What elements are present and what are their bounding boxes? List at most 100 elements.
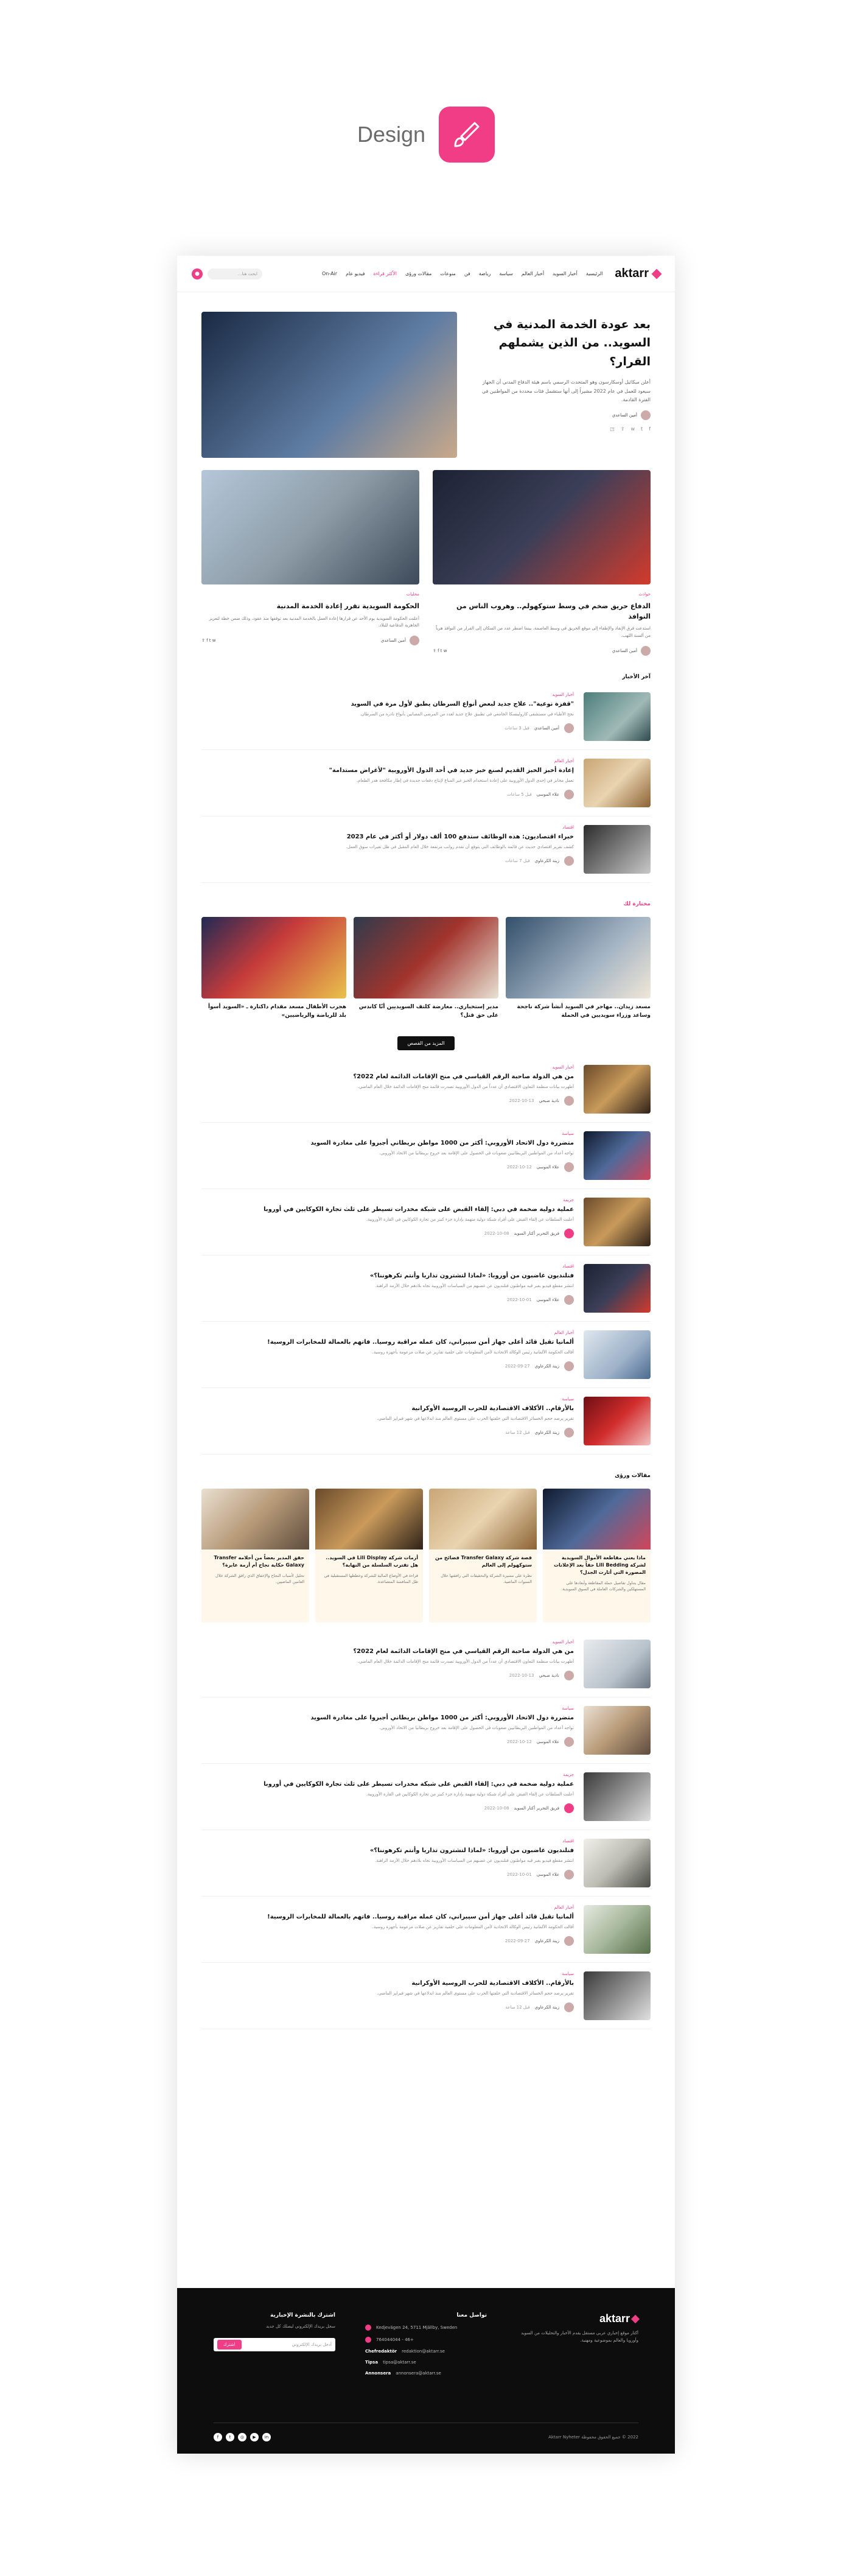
card-title[interactable]: هجرب الأطفال مسعد مقدام داكتارة ـ «السوي… — [201, 1003, 346, 1020]
row-title[interactable]: "قفزة نوعية".. علاج جديد لبعض أنواع السر… — [201, 700, 574, 709]
list-item[interactable]: سياسة بالأرقام.. الأكلاف الاقتصادية للحرب… — [201, 1963, 651, 2029]
menu-item[interactable]: منوعات — [440, 271, 456, 276]
row-title[interactable]: عملية دولية ضخمة في دبي: إلقاء القبض على… — [201, 1205, 574, 1214]
list-item[interactable]: سياسة متضررة دول الاتحاد الأوروبي: أكثر م… — [201, 1123, 651, 1189]
email-link[interactable]: redaktion@aktarr.se — [402, 2349, 445, 2354]
menu-item[interactable]: فيديو عام — [346, 271, 365, 276]
card-image[interactable] — [201, 916, 346, 998]
row-image[interactable] — [584, 1263, 651, 1313]
article-card[interactable]: حقق المدير بعضاً من أحلامه Transfer Gala… — [201, 1488, 309, 1623]
card-image[interactable] — [433, 470, 651, 584]
footer-logo[interactable]: aktarr — [517, 2312, 640, 2325]
share-icons[interactable]: f t w ⇪ — [201, 638, 215, 643]
author-name[interactable]: أمين الساعدي — [381, 638, 406, 643]
phone-link[interactable]: +46 - 764044044 — [376, 2337, 414, 2342]
author-name[interactable]: أمين الساعدي — [612, 648, 637, 653]
card-image[interactable] — [315, 1488, 423, 1549]
row-title[interactable]: من هي الدولة صاحبة الرقم القياسي في منح … — [201, 1647, 574, 1656]
row-category[interactable]: اقتصاد — [201, 1839, 574, 1844]
row-category[interactable]: أخبار السويد — [201, 1065, 574, 1070]
row-image[interactable] — [584, 1197, 651, 1246]
twitter-icon[interactable]: t — [641, 426, 643, 432]
article-card[interactable]: أزمات شركة Lili Display في السويد.. هل ت… — [315, 1488, 423, 1623]
row-title[interactable]: خبراء اقتصاديون: هذه الوظائف ستدفع 100 أ… — [201, 832, 574, 841]
row-title[interactable]: بالأرقام.. الأكلاف الاقتصادية للحرب الرو… — [201, 1404, 574, 1413]
row-category[interactable]: سياسة — [201, 1131, 574, 1136]
row-image[interactable] — [584, 692, 651, 741]
card-title[interactable]: حقق المدير بعضاً من أحلامه Transfer Gala… — [206, 1554, 304, 1569]
row-category[interactable]: سياسة — [201, 1397, 574, 1402]
hero-image[interactable] — [201, 312, 457, 458]
author-name[interactable]: علاء الموسى — [537, 1297, 559, 1302]
row-title[interactable]: من هي الدولة صاحبة الرقم القياسي في منح … — [201, 1072, 574, 1081]
card-image[interactable] — [543, 1488, 651, 1549]
author-name[interactable]: فريق التحرير أكتار السويد — [514, 1231, 559, 1236]
list-item[interactable]: سياسة بالأرقام.. الأكلاف الاقتصادية للحرب… — [201, 1388, 651, 1455]
article-card[interactable]: قصة شركة Transfer Galaxy فضائح من ستوكهو… — [429, 1488, 537, 1623]
list-item[interactable]: اقتصاد فنلنديون غاضبون من أوروبا: «لماذا … — [201, 1255, 651, 1322]
card-title[interactable]: الحكومة السويدية تقرر إعادة الخدمة المدن… — [201, 602, 419, 612]
share-icons[interactable]: f t w ⇪ — [433, 648, 447, 653]
facebook-icon[interactable]: f — [649, 426, 651, 432]
author-name[interactable]: علاء الموسى — [537, 792, 559, 797]
card-category[interactable]: محليات — [201, 592, 419, 597]
menu-item[interactable]: On-Air — [322, 271, 337, 276]
list-item[interactable]: سياسة متضررة دول الاتحاد الأوروبي: أكثر م… — [201, 1697, 651, 1764]
author-name[interactable]: زينة الكرعاوي — [535, 1430, 559, 1435]
article-card[interactable]: ماذا يعني مقاطعة الأموال السويدية لشركة … — [543, 1488, 651, 1623]
row-image[interactable] — [584, 1904, 651, 1954]
newsletter-email-input[interactable]: أدخل بريدك الإلكتروني — [292, 2342, 335, 2347]
row-image[interactable] — [584, 1971, 651, 2020]
user-icon[interactable]: ● — [192, 268, 203, 279]
row-category[interactable]: أخبار السويد — [201, 692, 574, 697]
row-category[interactable]: أخبار السويد — [201, 1640, 574, 1644]
search-input[interactable]: ابحث هنا... — [208, 268, 262, 279]
list-item[interactable]: أخبار السويد "قفزة نوعية".. علاج جديد لب… — [201, 684, 651, 750]
row-image[interactable] — [584, 758, 651, 807]
menu-item[interactable]: الرئيسية — [586, 271, 603, 276]
row-category[interactable]: أخبار العالم — [201, 1330, 574, 1335]
row-category[interactable]: سياسة — [201, 1971, 574, 1976]
author-name[interactable]: زينة الكرعاوي — [535, 1364, 559, 1369]
row-title[interactable]: بالأرقام.. الأكلاف الاقتصادية للحرب الرو… — [201, 1979, 574, 1988]
tips-link[interactable]: tipsa@aktarr.se — [383, 2360, 416, 2365]
picked-card[interactable]: مدير إستخباري.. معارضة كلتف السويديين أن… — [354, 916, 498, 1020]
youtube-icon[interactable]: ▶ — [250, 2433, 259, 2441]
author-name[interactable]: أمين الساعدي — [612, 413, 637, 418]
row-title[interactable]: متضررة دول الاتحاد الأوروبي: أكثر من 100… — [201, 1713, 574, 1722]
share-icon[interactable]: ⇪ — [621, 426, 625, 432]
row-category[interactable]: أخبار العالم — [201, 1905, 574, 1910]
menu-item[interactable]: مقالات ورؤى — [405, 271, 431, 276]
list-item[interactable]: أخبار العالم ألمانيا تقيل قائد أعلى جهاز … — [201, 1322, 651, 1388]
ads-link[interactable]: annonsera@aktarr.se — [396, 2371, 441, 2376]
row-title[interactable]: فنلنديون غاضبون من أوروبا: «لماذا لتشترو… — [201, 1846, 574, 1855]
row-category[interactable]: أخبار العالم — [201, 759, 574, 763]
picked-card[interactable]: مسعد زيدان.. مهاجر في السويد أنشأ شركة ن… — [506, 916, 651, 1020]
row-image[interactable] — [584, 1639, 651, 1688]
featured-card[interactable]: حوادث الدفاع حريق ضخم في وسط ستوكهولم.. … — [433, 470, 651, 656]
bookmark-icon[interactable]: ◳ — [610, 426, 615, 432]
menu-item[interactable]: أخبار العالم — [522, 271, 544, 276]
instagram-icon[interactable]: ◎ — [238, 2433, 246, 2441]
card-image[interactable] — [506, 916, 651, 998]
author-name[interactable]: علاء الموسى — [537, 1872, 559, 1877]
row-image[interactable] — [584, 824, 651, 874]
card-title[interactable]: قصة شركة Transfer Galaxy فضائح من ستوكهو… — [434, 1554, 532, 1569]
hero-title[interactable]: بعد عودة الخدمة المدنية في السويد.. من ا… — [469, 315, 651, 371]
list-item[interactable]: أخبار العالم إعادة أخبز الخبز القديم لصن… — [201, 750, 651, 816]
row-category[interactable]: جريمة — [201, 1198, 574, 1202]
card-title[interactable]: ماذا يعني مقاطعة الأموال السويدية لشركة … — [548, 1554, 646, 1576]
author-name[interactable]: علاء الموسى — [537, 1739, 559, 1744]
author-name[interactable]: زينة الكرعاوي — [535, 2005, 559, 2010]
card-image[interactable] — [429, 1488, 537, 1549]
author-name[interactable]: زينة الكرعاوي — [535, 858, 559, 863]
row-category[interactable]: سياسة — [201, 1706, 574, 1711]
menu-item[interactable]: رياضة — [479, 271, 491, 276]
picked-card[interactable]: هجرب الأطفال مسعد مقدام داكتارة ـ «السوي… — [201, 916, 346, 1020]
menu-item-active[interactable]: الأكثر قراءة — [374, 271, 397, 276]
row-category[interactable]: اقتصاد — [201, 825, 574, 830]
row-image[interactable] — [584, 1330, 651, 1379]
row-image[interactable] — [584, 1064, 651, 1114]
list-item[interactable]: أخبار السويد من هي الدولة صاحبة الرقم الق… — [201, 1056, 651, 1123]
featured-card[interactable]: محليات الحكومة السويدية تقرر إعادة الخدم… — [201, 470, 419, 656]
